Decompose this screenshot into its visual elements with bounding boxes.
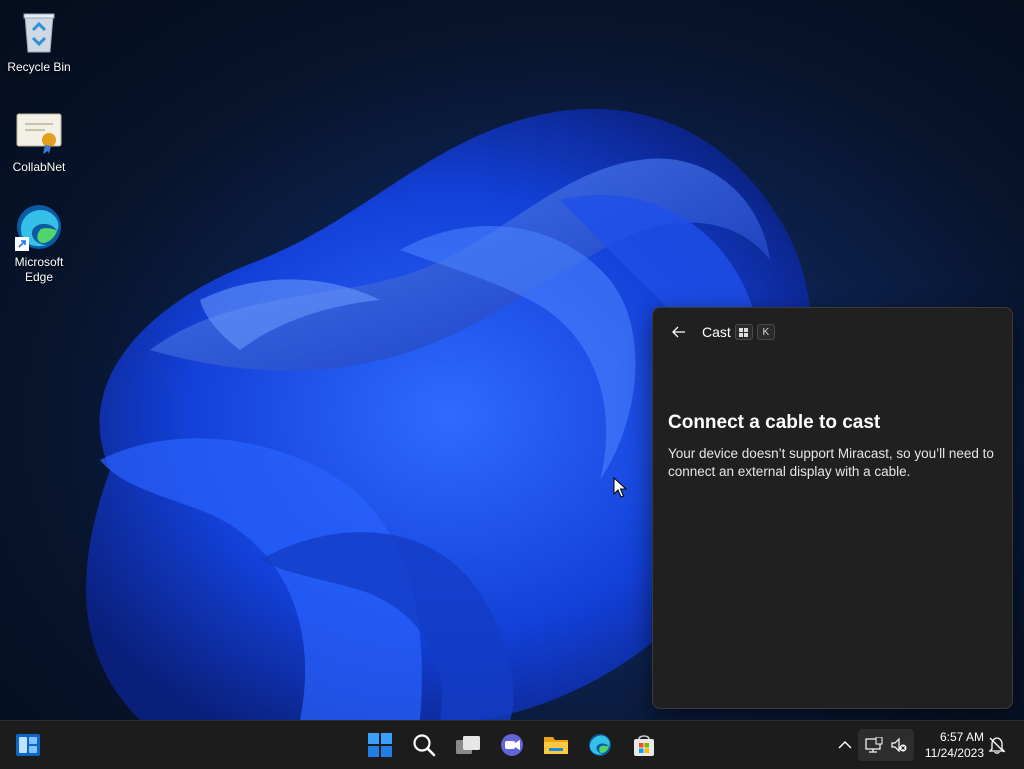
edge-taskbar-button[interactable] (584, 729, 616, 761)
cast-title: Cast (702, 324, 731, 340)
volume-muted-icon (891, 737, 907, 753)
taskbar: 6:57 AM 11/24/2023 (0, 720, 1024, 769)
cast-panel-header: Cast K (669, 322, 775, 342)
windows-key-hint (734, 324, 753, 340)
store-icon (634, 735, 654, 756)
edge-icon (15, 203, 63, 251)
windows-logo-icon (739, 327, 749, 337)
chevron-up-icon (838, 741, 852, 749)
notification-bell-icon (988, 737, 1006, 754)
edge-icon (589, 734, 611, 756)
recycle-bin-icon (15, 8, 63, 56)
show-hidden-icons-button[interactable] (830, 729, 860, 761)
back-button[interactable] (669, 322, 689, 342)
file-explorer-icon (544, 737, 568, 754)
start-icon (368, 733, 392, 757)
widgets-button[interactable] (12, 729, 44, 761)
cast-message: Your device doesn’t support Miracast, so… (668, 446, 994, 479)
back-arrow-icon (672, 326, 685, 338)
cast-heading: Connect a cable to cast (668, 412, 881, 433)
widgets-icon (16, 734, 40, 756)
network-icon (865, 737, 883, 753)
task-view-icon (456, 736, 480, 754)
chat-icon (501, 734, 523, 756)
k-key-hint: K (756, 324, 775, 340)
cast-panel: Cast K Connect a cable to cast Your devi… (652, 307, 1013, 709)
file-explorer-button[interactable] (540, 729, 572, 761)
clock[interactable]: 6:57 AM 11/24/2023 (918, 729, 984, 761)
desktop-icon-microsoft-edge[interactable]: Microsoft Edge (1, 203, 77, 285)
desktop-icon-collabnet[interactable]: CollabNet (1, 108, 77, 175)
start-button[interactable] (364, 729, 396, 761)
search-button[interactable] (408, 729, 440, 761)
quick-settings-button[interactable] (858, 729, 914, 761)
clock-time: 6:57 AM (939, 730, 984, 744)
chat-button[interactable] (496, 729, 528, 761)
notifications-button[interactable] (984, 729, 1010, 761)
desktop-icon-recycle-bin[interactable]: Recycle Bin (1, 8, 77, 75)
clock-date: 11/24/2023 (924, 746, 984, 760)
task-view-button[interactable] (452, 729, 484, 761)
desktop-icon-label: Microsoft Edge (14, 255, 64, 284)
mouse-cursor-icon (613, 477, 627, 498)
desktop-icon-label: Recycle Bin (7, 60, 71, 74)
certificate-icon (15, 108, 63, 156)
search-icon (413, 734, 436, 757)
store-button[interactable] (628, 729, 660, 761)
desktop-icon-label: CollabNet (12, 160, 66, 174)
